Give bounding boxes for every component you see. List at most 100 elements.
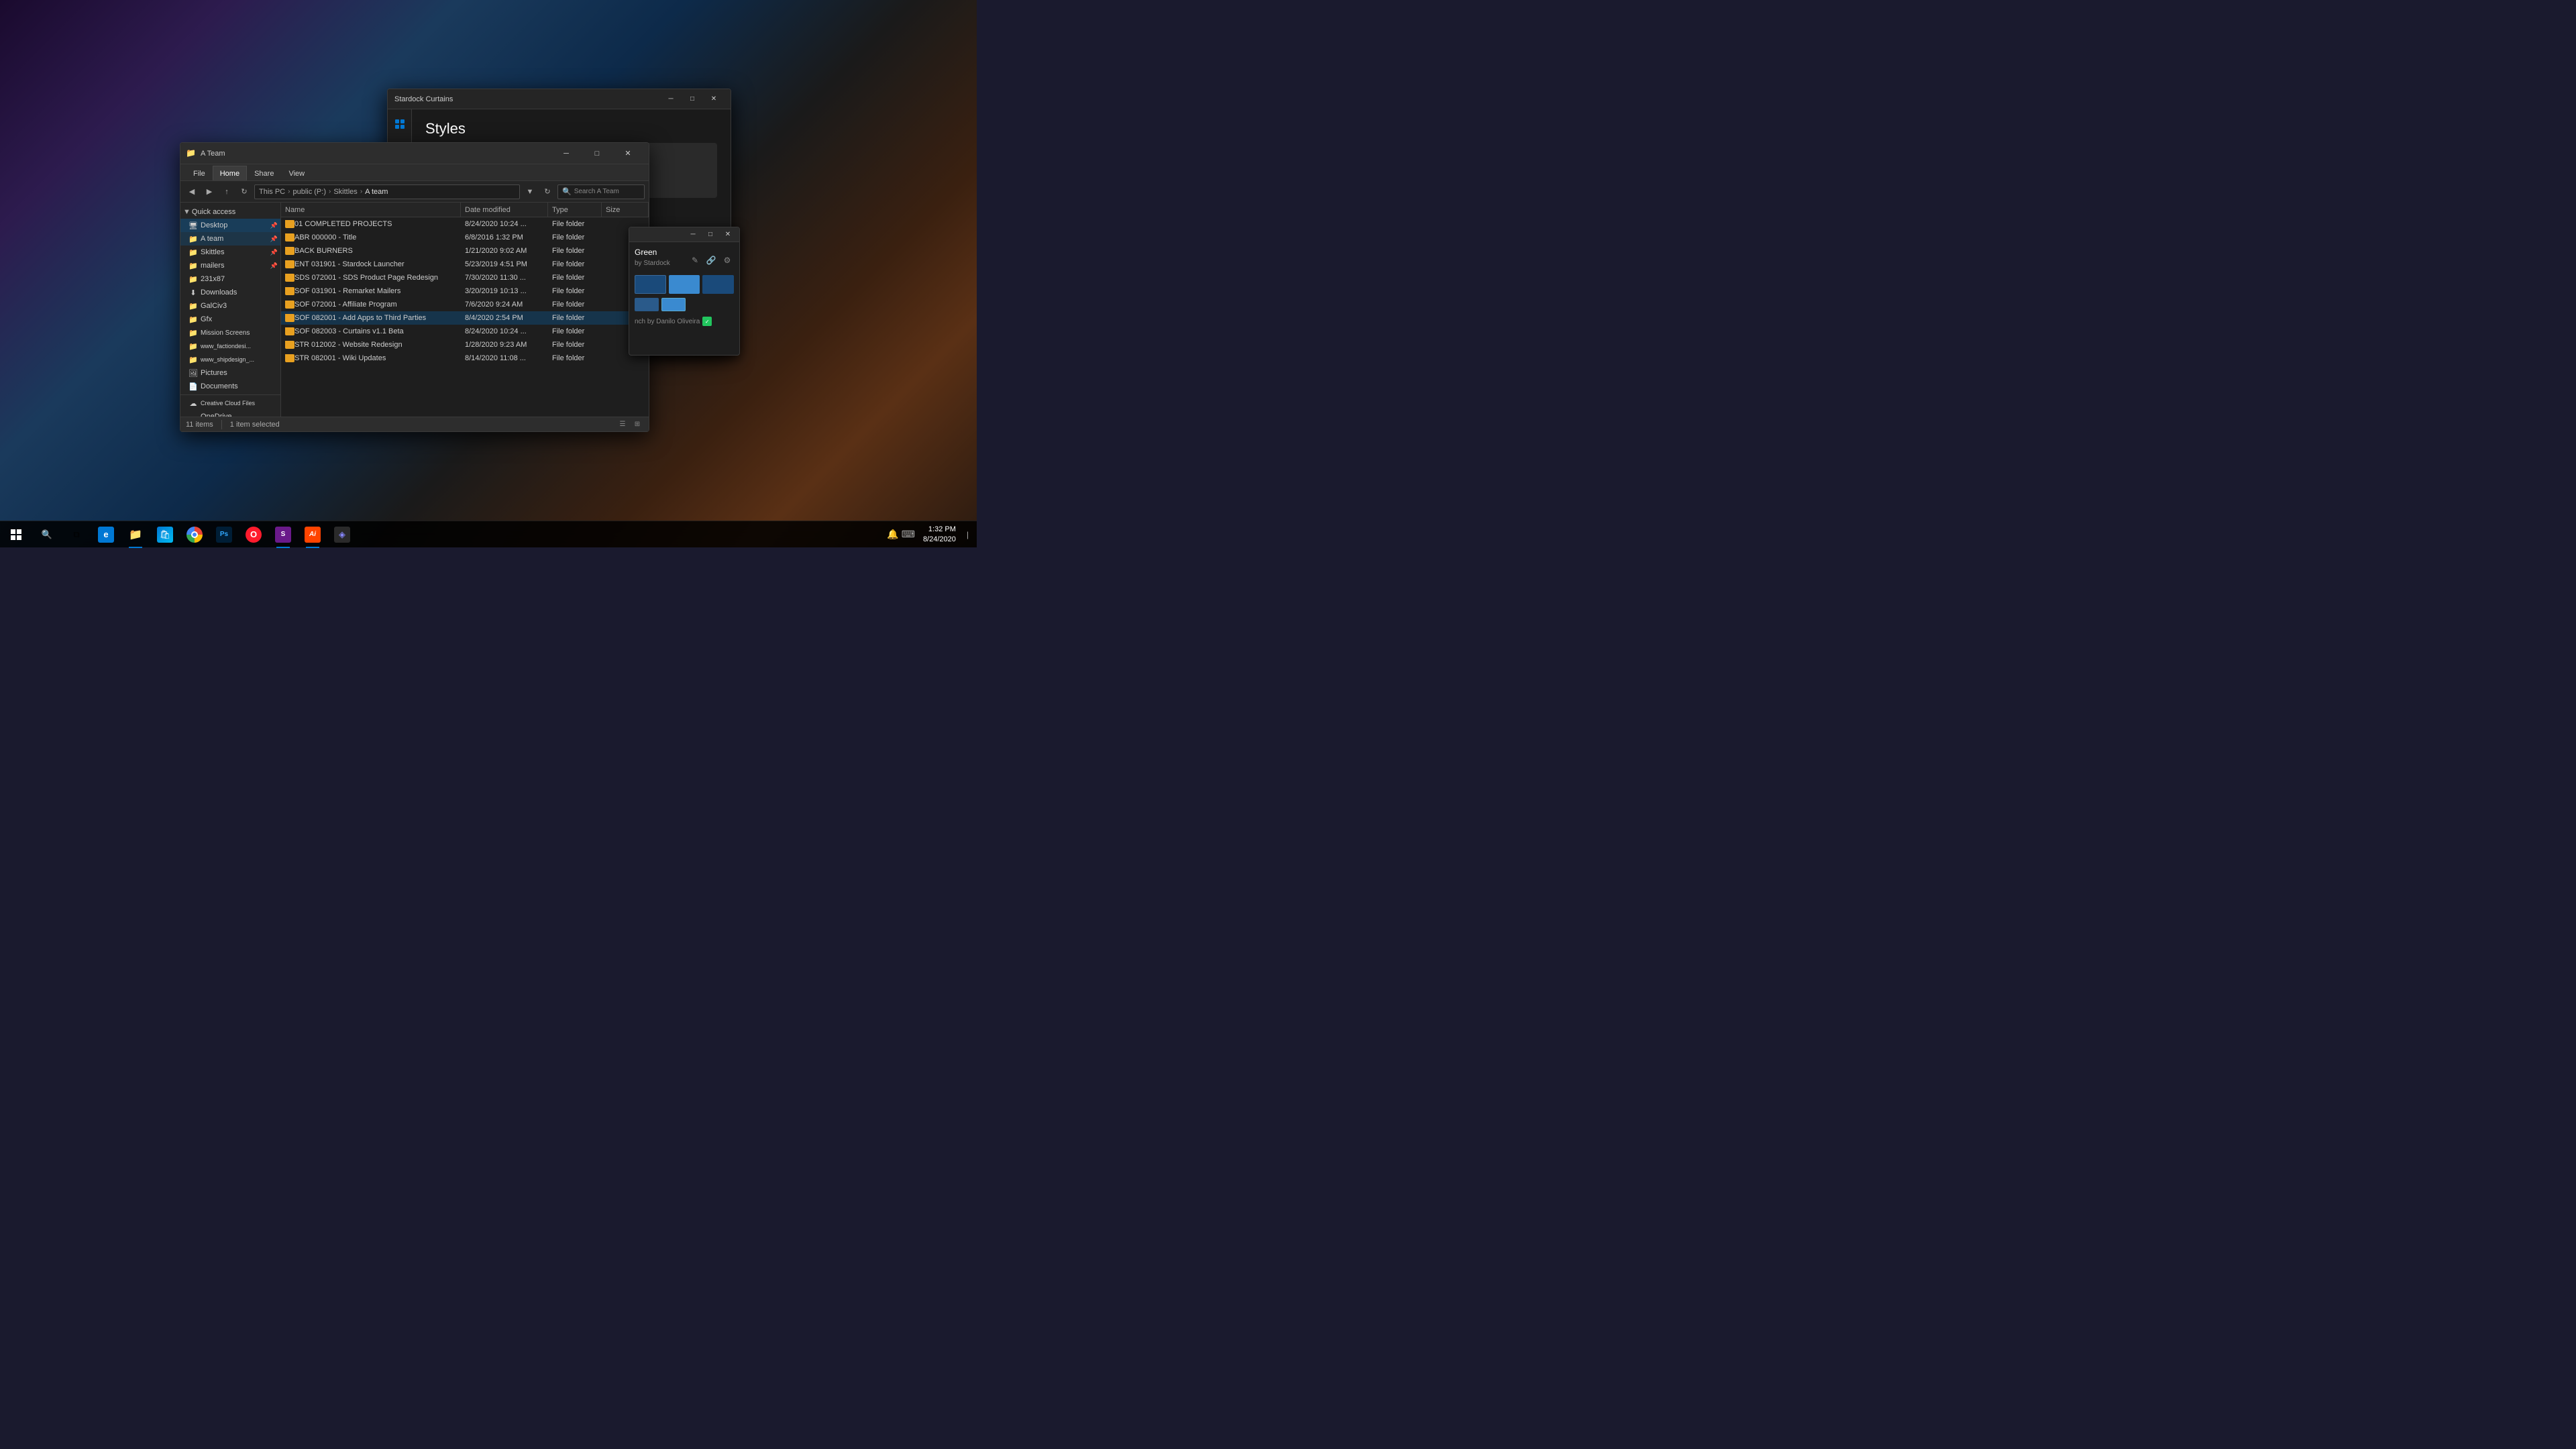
tab-view[interactable]: View (281, 166, 312, 180)
col-header-type[interactable]: Type (548, 203, 602, 217)
documents-icon: 📄 (189, 382, 198, 391)
path-ateam[interactable]: A team (365, 188, 388, 196)
minimize-button[interactable]: ─ (551, 143, 582, 164)
fileexplorer-icon: 📁 (127, 527, 144, 543)
tab-share[interactable]: Share (247, 166, 281, 180)
taskbar-search[interactable]: 🔍 (32, 521, 62, 548)
taskbar-ps[interactable]: Ps (209, 521, 239, 548)
sidebar-item-ateam[interactable]: 📁 A team 📌 (180, 232, 280, 246)
edge-icon: e (98, 527, 114, 543)
green-close[interactable]: ✕ (720, 229, 735, 240)
refresh-button[interactable]: ↻ (237, 184, 252, 199)
curtains-close[interactable]: ✕ (704, 92, 724, 107)
maximize-button[interactable]: □ (582, 143, 612, 164)
tab-home[interactable]: Home (213, 166, 247, 180)
green-minimize[interactable]: ─ (686, 229, 700, 240)
file-row[interactable]: SOF 082001 - Add Apps to Third Parties8/… (281, 311, 649, 325)
col-header-size[interactable]: Size (602, 203, 649, 217)
file-type-cell: File folder (548, 301, 602, 309)
file-row[interactable]: STR 082001 - Wiki Updates8/14/2020 11:08… (281, 352, 649, 365)
file-type-cell: File folder (548, 260, 602, 268)
sidebar-label-231x87: 231x87 (201, 275, 225, 283)
sidebar-item-skittles[interactable]: 📁 Skittles 📌 (180, 246, 280, 259)
back-button[interactable]: ◀ (184, 184, 199, 199)
taskbar-unknown[interactable]: ◈ (327, 521, 357, 548)
file-row[interactable]: SOF 082003 - Curtains v1.1 Beta8/24/2020… (281, 325, 649, 338)
photoshop-icon: Ps (216, 527, 232, 543)
large-icons-view-button[interactable]: ⊞ (631, 419, 643, 431)
col-header-name[interactable]: Name (281, 203, 461, 217)
preview-row-2 (635, 298, 734, 311)
close-button[interactable]: ✕ (612, 143, 643, 164)
tab-file[interactable]: File (186, 166, 213, 180)
address-path[interactable]: This PC › public (P:) › Skittles › A tea… (254, 184, 520, 199)
ateam-icon: 📁 (189, 234, 198, 244)
file-row[interactable]: ABR 000000 - Title6/8/2016 1:32 PMFile f… (281, 231, 649, 244)
taskbar-ai[interactable]: Ai (298, 521, 327, 548)
illustrator-icon: Ai (305, 527, 321, 543)
taskbar-fileexplorer[interactable]: 📁 (121, 521, 150, 548)
path-thispc[interactable]: This PC (259, 188, 285, 196)
preview-item-2 (669, 275, 700, 294)
up-button[interactable]: ↑ (219, 184, 234, 199)
sidebar-item-downloads[interactable]: ⬇ Downloads (180, 286, 280, 299)
sidebar-item-documents[interactable]: 📄 Documents (180, 380, 280, 393)
taskbar-taskview[interactable]: ⧉ (62, 521, 91, 548)
taskview-icon: ⧉ (68, 527, 85, 543)
taskbar-stardock[interactable]: S (268, 521, 298, 548)
taskbar-edge[interactable]: e (91, 521, 121, 548)
sidebar-item-mailers[interactable]: 📁 mailers 📌 (180, 259, 280, 272)
sidebar-item-creativecloud[interactable]: ☁ Creative Cloud Files (180, 396, 280, 410)
sidebar-label-galciv3: GalCiv3 (201, 302, 227, 310)
path-skittles[interactable]: Skittles (333, 188, 357, 196)
curtains-maximize[interactable]: □ (682, 92, 702, 107)
file-row[interactable]: SDS 072001 - SDS Product Page Redesign7/… (281, 271, 649, 284)
green-maximize[interactable]: □ (703, 229, 718, 240)
sidebar-item-missionscreens[interactable]: 📁 Mission Screens (180, 326, 280, 339)
details-view-button[interactable]: ☰ (616, 419, 629, 431)
sidebar-item-onedrive[interactable]: ☁ OneDrive (180, 410, 280, 417)
path-refresh-button[interactable]: ↻ (540, 184, 555, 199)
sidebar-item-galciv3[interactable]: 📁 GalCiv3 (180, 299, 280, 313)
file-row[interactable]: SOF 072001 - Affiliate Program7/6/2020 9… (281, 298, 649, 311)
col-header-date[interactable]: Date modified (461, 203, 548, 217)
file-date-cell: 8/14/2020 11:08 ... (461, 354, 548, 362)
search-box[interactable]: 🔍 Search A Team (557, 184, 645, 199)
file-name-cell: ENT 031901 - Stardock Launcher (281, 260, 461, 268)
path-dropdown-button[interactable]: ▼ (523, 184, 537, 199)
curtains-sidebar-styles[interactable] (390, 115, 409, 133)
file-name-cell: SOF 082001 - Add Apps to Third Parties (281, 314, 461, 322)
file-row[interactable]: 01 COMPLETED PROJECTS8/24/2020 10:24 ...… (281, 217, 649, 231)
forward-button[interactable]: ▶ (202, 184, 217, 199)
taskbar-store[interactable]: 🛍 (150, 521, 180, 548)
green-action-icon-2[interactable]: 🔗 (704, 254, 718, 267)
file-row[interactable]: ENT 031901 - Stardock Launcher5/23/2019 … (281, 258, 649, 271)
folder-icon (285, 314, 294, 322)
taskbar-chrome[interactable] (180, 521, 209, 548)
sidebar-item-gfx[interactable]: 📁 Gfx (180, 313, 280, 326)
show-desktop-button[interactable]: | (964, 530, 971, 539)
start-button[interactable] (0, 521, 32, 548)
curtains-minimize[interactable]: ─ (661, 92, 681, 107)
creativecloud-icon: ☁ (189, 398, 198, 408)
file-type-cell: File folder (548, 274, 602, 282)
quick-access-header[interactable]: ▼ Quick access (180, 205, 280, 219)
file-row[interactable]: BACK BURNERS1/21/2020 9:02 AMFile folder (281, 244, 649, 258)
file-row[interactable]: SOF 031901 - Remarket Mailers3/20/2019 1… (281, 284, 649, 298)
sidebar-item-factiondesign[interactable]: 📁 www_factiondesi... (180, 339, 280, 353)
folder-icon (285, 220, 294, 228)
sidebar-item-shipdesign[interactable]: 📁 www_shipdesign_... (180, 353, 280, 366)
green-style-info: Green by Stardock (635, 248, 670, 272)
sidebar-item-231x87[interactable]: 📁 231x87 (180, 272, 280, 286)
path-public[interactable]: public (P:) (292, 188, 326, 196)
file-row[interactable]: STR 012002 - Website Redesign1/28/2020 9… (281, 338, 649, 352)
sidebar-item-desktop[interactable]: 🖥 Desktop 📌 (180, 219, 280, 232)
sidebar-item-pictures[interactable]: 🖼 Pictures (180, 366, 280, 380)
green-action-icon-3[interactable]: ⚙ (720, 254, 734, 267)
taskbar-opera[interactable]: O (239, 521, 268, 548)
notification-icon[interactable]: 🔔 (887, 529, 898, 540)
search-icon: 🔍 (562, 187, 572, 196)
system-clock[interactable]: 1:32 PM 8/24/2020 (918, 525, 961, 544)
keyboard-icon[interactable]: ⌨ (902, 529, 915, 540)
green-action-icon-1[interactable]: ✎ (688, 254, 702, 267)
